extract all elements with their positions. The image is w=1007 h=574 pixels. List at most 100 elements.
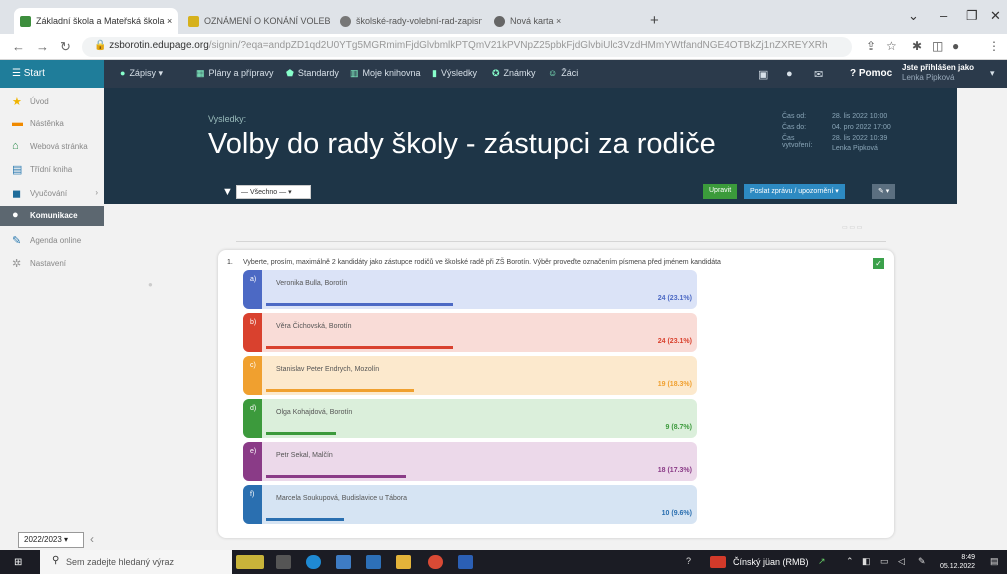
meta-value: 28. lis 2022 10:39 [832,135,888,142]
profile-avatar-icon[interactable]: ● [952,39,959,53]
url-field[interactable]: 🔒 zsborotin.edupage.org/signin/?eqa=andp… [82,37,852,57]
maximize-icon[interactable]: ❐ [966,8,978,24]
notifications-icon[interactable]: ▤ [990,556,999,567]
send-message-button[interactable]: Poslat zprávu / upozornění ▾ [744,184,845,199]
mail-icon[interactable]: ✉ [814,68,823,81]
close-window-icon[interactable]: ✕ [990,8,1001,24]
help-button[interactable]: ? Pomoc [850,68,892,79]
task-view-icon[interactable] [276,555,291,569]
candidate-name: Petr Sekal, Malčín [276,452,333,459]
taskbar-clock[interactable]: 8:49 05.12.2022 [940,553,975,571]
sidebar-item-nastenka[interactable]: ▬ Nástěnka [0,114,104,134]
sidebar-item-label: Webová stránka [30,142,88,151]
tab-title: Základní škola a Mateřská škola × [36,16,173,26]
user-info[interactable]: Jste přihlášen jako Lenka Pipková [902,63,974,83]
search-icon: ⚲ [52,555,60,566]
candidate-name: Veronika Bulla, Borotín [276,280,348,287]
menu-vysledky[interactable]: ▮ Výsledky [432,68,477,79]
share-icon[interactable]: ⇪ [866,39,876,53]
menu-znamky[interactable]: ✪ Známky [492,68,536,79]
browser-tab-bar: Základní škola a Mateřská škola × OZNÁME… [0,0,1007,34]
menu-standardy[interactable]: ⬟ Standardy [286,68,339,79]
tab-zakladni-skola[interactable]: Základní škola a Mateřská škola × [14,8,178,34]
sidepanel-icon[interactable]: ◫ [932,39,943,53]
battery-tray-icon[interactable]: ▭ [880,556,889,567]
lock-icon: 🔒 [94,40,107,51]
vote-bar [266,389,414,392]
sidebar-item-webova-stranka[interactable]: ⌂ Webová stránka [0,137,104,157]
sidebar-collapse-icon[interactable]: ‹ [90,532,94,546]
sidebar-item-label: Agenda online [30,236,82,245]
network-tray-icon[interactable]: ◧ [862,556,871,567]
store-icon[interactable] [366,555,381,569]
vote-bar [266,432,336,435]
tab-title: školské-rady-volební-rad-zapisn × [356,16,482,26]
menu-label: Známky [503,68,536,78]
sidebar-item-tridni-kniha[interactable]: ▤ Třídní kniha [0,160,104,180]
sidebar-item-label: Třídní kniha [30,165,73,174]
bookmark-star-icon[interactable]: ☆ [886,39,897,53]
tab-search-chevron-icon[interactable]: ⌄ [908,8,919,24]
filter-icon: ▼ [222,186,233,198]
tab-oznameni[interactable]: OZNÁMENÍ O KONÁNÍ VOLEB D × [182,8,330,34]
sidebar: ★ Úvod ▬ Nástěnka ⌂ Webová stránka ▤ Třídní … [0,88,104,550]
question-number: 1. [227,259,233,266]
minimize-icon[interactable]: – [940,8,947,23]
chevron-right-icon: › [95,188,98,197]
sidebar-item-komunikace[interactable]: ● Komunikace [0,206,104,226]
file-explorer-icon[interactable] [396,555,411,569]
question-checkbox[interactable]: ✓ [873,258,884,269]
edge-icon[interactable] [306,555,321,569]
gallery-icon[interactable]: ▣ [758,68,768,81]
taskbar-search-input[interactable]: ⚲ Sem zadejte hledaný výraz [40,550,232,574]
menu-label: Žáci [561,68,579,78]
reload-icon[interactable]: ↻ [60,39,71,55]
meta-author: Lenka Pipková [832,145,878,152]
user-dropdown-chevron-icon[interactable]: ▾ [990,68,995,79]
volume-tray-icon[interactable]: ◁ [898,556,905,567]
chrome-favicon-icon [494,15,505,27]
menu-zaci[interactable]: ☺ Žáci [548,68,578,78]
widget-icon[interactable] [236,555,264,569]
extensions-puzzle-icon[interactable]: ✱ [912,39,922,53]
mail-app-icon[interactable] [336,555,351,569]
vote-bar [266,518,344,521]
browser-menu-icon[interactable]: ⋮ [988,39,1000,53]
url-path: /signin/?eqa=andpZD1qd2U0YTg5MGRmimFjdGl… [208,40,828,51]
user-line1: Jste přihlášen jako [902,63,975,72]
menu-label: Plány a přípravy [208,68,274,78]
tab-nova-karta[interactable]: Nová karta × [488,8,640,34]
back-arrow-icon[interactable]: ← [12,39,25,54]
poll-option: e) Petr Sekal, Malčín 18 (17.3%) [243,442,697,481]
tray-chevron-up-icon[interactable]: ⌃ [846,556,854,567]
gear-icon: ✲ [12,258,22,270]
tools-button[interactable]: ✎ ▾ [872,184,896,199]
menu-zapisy[interactable]: ● Zápisy ▾ [120,68,163,79]
school-year-value: 2022/2023 [24,535,62,544]
help-tray-icon[interactable]: ? [686,556,691,566]
chat-icon[interactable]: ● [786,68,793,80]
chrome-icon[interactable] [428,555,443,569]
hamburger-icon: ☰ [12,68,21,79]
menu-knihovna[interactable]: ▥ Moje knihovna [350,68,421,79]
word-icon[interactable] [458,555,473,569]
sidebar-item-uvod[interactable]: ★ Úvod [0,92,104,112]
school-year-select[interactable]: 2022/2023 ▾ [18,532,84,548]
filter-select[interactable]: — Všechno — ▾ [236,185,311,199]
sidebar-item-vyucovani[interactable]: ◼ Vyučování › [0,184,104,204]
windows-start-icon[interactable]: ⊞ [14,557,22,568]
candidate-name: Stanislav Peter Endrych, Mozolín [276,366,380,373]
new-tab-plus-icon[interactable]: + [650,12,659,29]
weather-widget[interactable]: Čínský jüan (RMB) [733,557,809,567]
pencil-icon: ✎ [12,235,22,247]
start-button[interactable]: ☰ Start [0,60,104,88]
page-title: Volby do rady školy - zástupci za rodiče [208,128,716,160]
tab-skolske-rady[interactable]: školské-rady-volební-rad-zapisn × [334,8,482,34]
menu-plany[interactable]: ▦ Plány a přípravy [196,68,274,79]
pen-tray-icon[interactable]: ✎ [918,556,926,567]
chat-bubbles-icon: ● [12,209,19,221]
sidebar-item-agenda-online[interactable]: ✎ Agenda online [0,231,104,251]
sidebar-item-nastaveni[interactable]: ✲ Nastavení [0,254,104,274]
edit-button[interactable]: Upravit [703,184,738,199]
forward-arrow-icon[interactable]: → [36,39,49,54]
